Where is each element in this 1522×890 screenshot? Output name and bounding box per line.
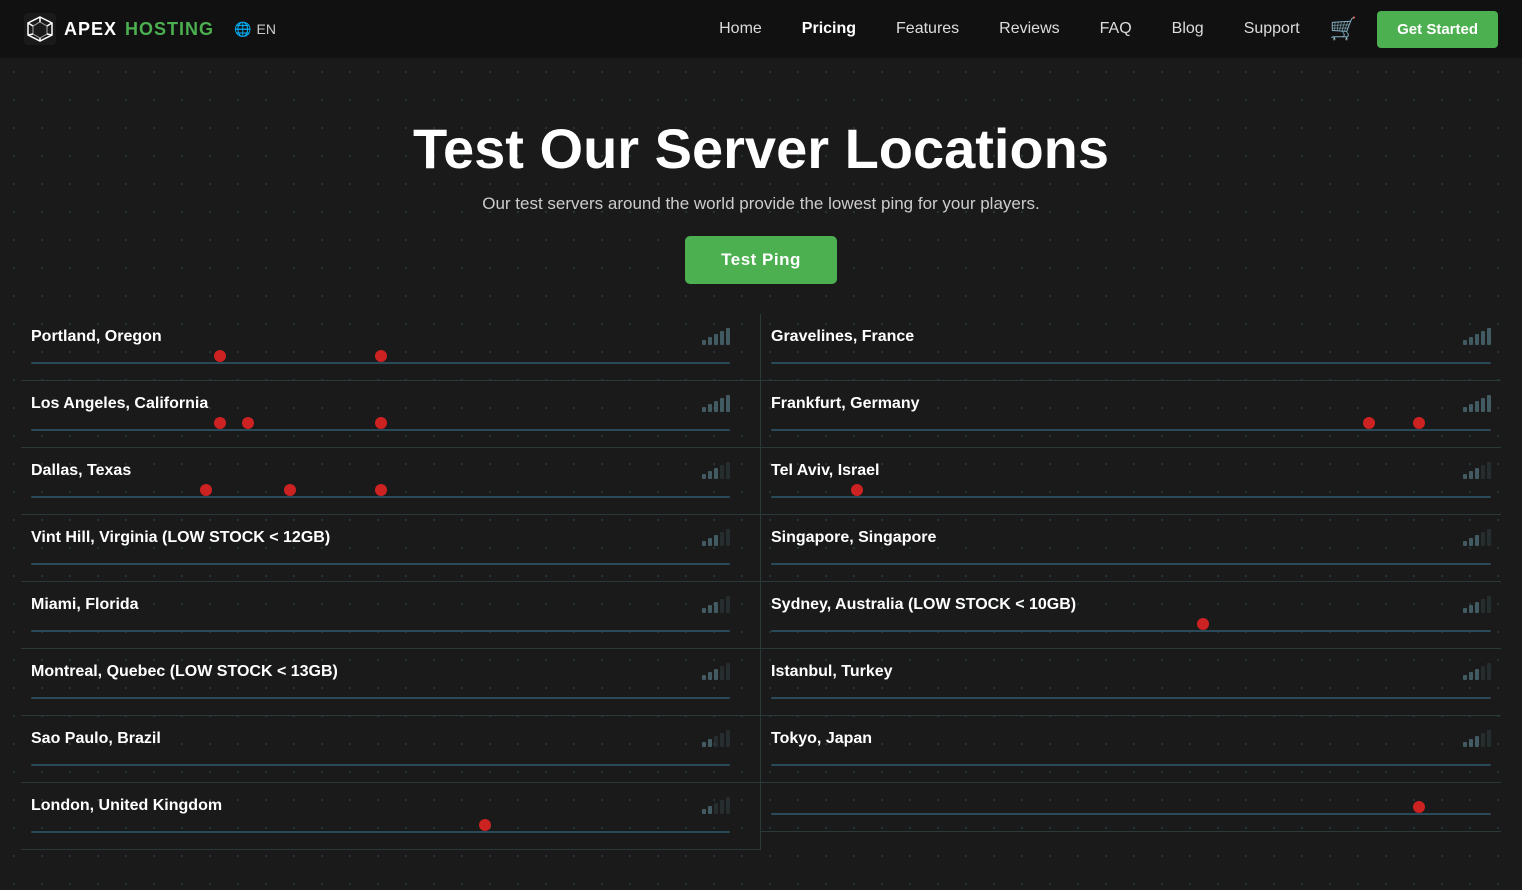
signal-icon (1463, 529, 1491, 546)
ping-track (31, 756, 730, 772)
ping-track (771, 555, 1491, 571)
nav-pricing[interactable]: Pricing (802, 20, 856, 37)
page-title: Test Our Server Locations (21, 118, 1501, 180)
logo[interactable]: APEX HOSTING (24, 13, 214, 45)
location-montreal: Montreal, Quebec (LOW STOCK < 13GB) (21, 649, 761, 716)
signal-icon (702, 596, 730, 613)
location-name: Vint Hill, Virginia (LOW STOCK < 12GB) (31, 529, 330, 547)
signal-icon (702, 529, 730, 546)
locations-right-column: Gravelines, France (761, 314, 1501, 850)
locations-grid: Portland, Oregon (21, 314, 1501, 850)
signal-icon (1463, 395, 1491, 412)
location-name: Miami, Florida (31, 596, 139, 614)
location-sydney: Sydney, Australia (LOW STOCK < 10GB) (761, 582, 1501, 649)
location-name: Tokyo, Japan (771, 730, 872, 748)
ping-track (31, 488, 730, 504)
location-sao-paulo: Sao Paulo, Brazil (21, 716, 761, 783)
ping-track (771, 421, 1491, 437)
ping-track (31, 622, 730, 638)
get-started-button[interactable]: Get Started (1377, 11, 1498, 48)
location-name: London, United Kingdom (31, 797, 222, 815)
location-tokyo: Tokyo, Japan (761, 716, 1501, 783)
location-name: Istanbul, Turkey (771, 663, 893, 681)
signal-icon (702, 663, 730, 680)
nav-reviews[interactable]: Reviews (999, 20, 1059, 37)
ping-track (771, 622, 1491, 638)
signal-icon (1463, 663, 1491, 680)
signal-icon (1463, 596, 1491, 613)
location-name: Sao Paulo, Brazil (31, 730, 161, 748)
location-london: London, United Kingdom (21, 783, 761, 850)
signal-icon (702, 730, 730, 747)
signal-icon (702, 462, 730, 479)
ping-track (31, 421, 730, 437)
signal-icon (1463, 328, 1491, 345)
language-selector[interactable]: 🌐 EN (234, 21, 276, 38)
ping-track (771, 354, 1491, 370)
location-name: Frankfurt, Germany (771, 395, 919, 413)
ping-track (31, 689, 730, 705)
location-miami: Miami, Florida (21, 582, 761, 649)
hero-subtitle: Our test servers around the world provid… (21, 194, 1501, 214)
signal-icon (1463, 462, 1491, 479)
location-vint-hill: Vint Hill, Virginia (LOW STOCK < 12GB) (21, 515, 761, 582)
hero-section: Test Our Server Locations Our test serve… (21, 118, 1501, 284)
signal-icon (1463, 730, 1491, 747)
signal-icon (702, 797, 730, 814)
cart-icon[interactable]: 🛒 (1330, 16, 1357, 42)
location-name: Dallas, Texas (31, 462, 131, 480)
ping-track (31, 354, 730, 370)
ping-track (771, 756, 1491, 772)
nav-features[interactable]: Features (896, 20, 959, 37)
location-los-angeles: Los Angeles, California (21, 381, 761, 448)
brand-apex: APEX (64, 19, 117, 40)
location-portland: Portland, Oregon (21, 314, 761, 381)
location-name: Tel Aviv, Israel (771, 462, 880, 480)
location-name: Portland, Oregon (31, 328, 162, 346)
ping-track (771, 488, 1491, 504)
location-name: Los Angeles, California (31, 395, 208, 413)
nav-support[interactable]: Support (1244, 20, 1300, 37)
signal-icon (702, 395, 730, 412)
ping-track (771, 805, 1491, 821)
lang-label: EN (256, 21, 275, 37)
location-frankfurt: Frankfurt, Germany (761, 381, 1501, 448)
main-content: Test Our Server Locations Our test serve… (0, 58, 1522, 890)
nav-faq[interactable]: FAQ (1100, 20, 1132, 37)
signal-icon (702, 328, 730, 345)
nav-home[interactable]: Home (719, 20, 762, 37)
location-name: Gravelines, France (771, 328, 914, 346)
location-name: Singapore, Singapore (771, 529, 936, 547)
nav-links: Home Pricing Features Reviews FAQ Blog S… (719, 20, 1300, 38)
nav-blog[interactable]: Blog (1172, 20, 1204, 37)
globe-icon: 🌐 (234, 21, 251, 38)
location-istanbul: Istanbul, Turkey (761, 649, 1501, 716)
location-name: Montreal, Quebec (LOW STOCK < 13GB) (31, 663, 338, 681)
ping-track (771, 689, 1491, 705)
location-tel-aviv: Tel Aviv, Israel (761, 448, 1501, 515)
test-ping-button[interactable]: Test Ping (685, 236, 837, 284)
brand-hosting: HOSTING (125, 19, 214, 40)
location-name: Sydney, Australia (LOW STOCK < 10GB) (771, 596, 1076, 614)
location-singapore: Singapore, Singapore (761, 515, 1501, 582)
locations-left-column: Portland, Oregon (21, 314, 761, 850)
location-dallas: Dallas, Texas (21, 448, 761, 515)
ping-track (31, 823, 730, 839)
main-nav: APEX HOSTING 🌐 EN Home Pricing Features … (0, 0, 1522, 58)
location-extra (761, 783, 1501, 832)
location-gravelines: Gravelines, France (761, 314, 1501, 381)
ping-track (31, 555, 730, 571)
